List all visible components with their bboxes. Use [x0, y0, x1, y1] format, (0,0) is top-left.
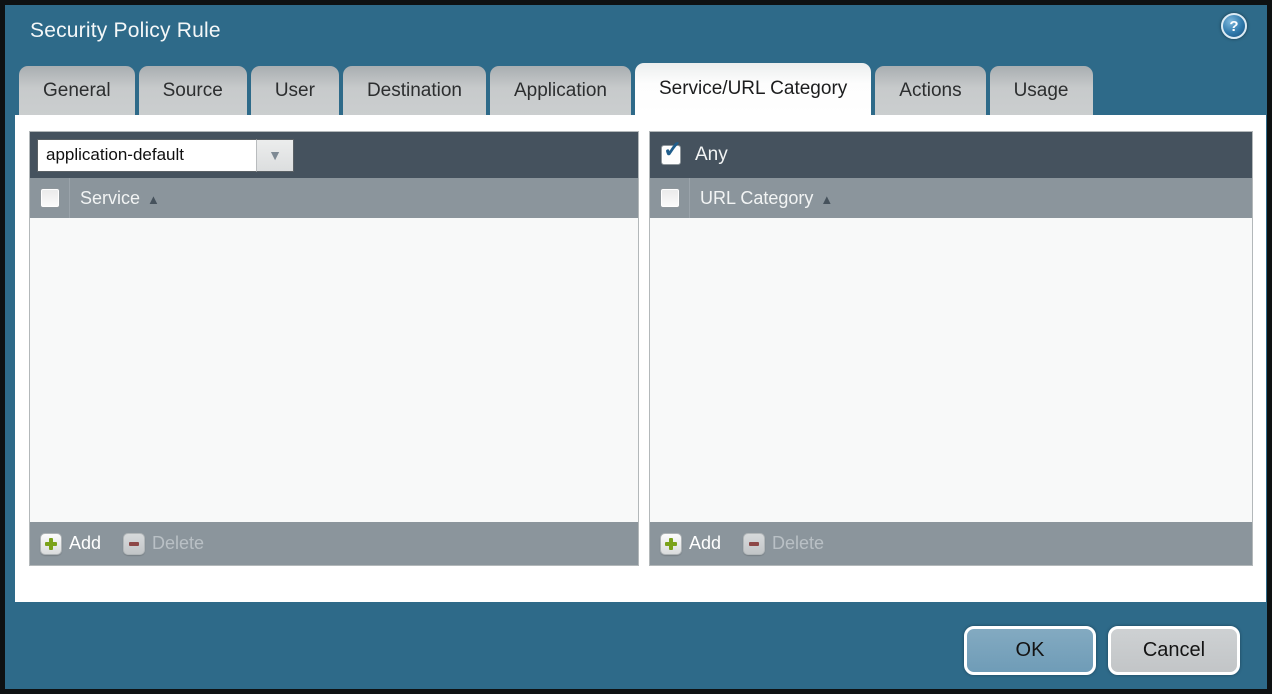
- service-type-dropdown: ▼: [37, 139, 294, 172]
- delete-icon: [123, 533, 145, 555]
- add-button-label: Add: [689, 533, 721, 554]
- any-checkbox-label: Any: [695, 144, 728, 166]
- url-category-column-header[interactable]: URL Category ▲: [650, 178, 1252, 218]
- tab-actions[interactable]: Actions: [875, 66, 985, 115]
- tab-user[interactable]: User: [251, 66, 339, 115]
- tab-application[interactable]: Application: [490, 66, 631, 115]
- service-type-dropdown-button[interactable]: ▼: [256, 139, 294, 172]
- url-category-add-button[interactable]: Add: [660, 533, 721, 555]
- delete-button-label: Delete: [152, 533, 204, 554]
- delete-button-label: Delete: [772, 533, 824, 554]
- dialog-action-buttons: OK Cancel: [964, 626, 1240, 675]
- add-button-label: Add: [69, 533, 101, 554]
- service-column-header[interactable]: Service ▲: [30, 178, 638, 218]
- security-policy-rule-dialog: Security Policy Rule ? General Source Us…: [0, 0, 1272, 694]
- tab-content-area: ▼ Service ▲ Add Delete: [15, 115, 1266, 602]
- service-delete-button[interactable]: Delete: [123, 533, 204, 555]
- url-category-column-label: URL Category: [700, 188, 813, 209]
- url-category-panel: ✓ Any URL Category ▲ Add: [649, 131, 1253, 566]
- sort-asc-icon: ▲: [147, 190, 160, 207]
- service-panel-footer: Add Delete: [30, 522, 638, 565]
- question-mark-glyph: ?: [1229, 18, 1238, 35]
- url-category-toolbar: ✓ Any: [650, 132, 1252, 178]
- cancel-button[interactable]: Cancel: [1108, 626, 1240, 675]
- url-category-panel-footer: Add Delete: [650, 522, 1252, 565]
- tab-source[interactable]: Source: [139, 66, 247, 115]
- service-select-all-cell: [30, 178, 70, 218]
- service-panel: ▼ Service ▲ Add Delete: [29, 131, 639, 566]
- dialog-title: Security Policy Rule: [30, 19, 221, 43]
- tab-general[interactable]: General: [19, 66, 135, 115]
- url-category-delete-button[interactable]: Delete: [743, 533, 824, 555]
- service-list: [30, 218, 638, 522]
- service-column-label: Service: [80, 188, 140, 209]
- title-bar: Security Policy Rule ?: [5, 5, 1267, 66]
- tab-usage[interactable]: Usage: [990, 66, 1093, 115]
- help-icon[interactable]: ?: [1221, 13, 1247, 39]
- any-row: ✓ Any: [657, 144, 728, 166]
- add-icon: [40, 533, 62, 555]
- service-toolbar: ▼: [30, 132, 638, 178]
- checkmark-icon: ✓: [663, 138, 682, 161]
- sort-asc-icon: ▲: [820, 190, 833, 207]
- ok-button[interactable]: OK: [964, 626, 1096, 675]
- service-select-all-checkbox[interactable]: [40, 188, 60, 208]
- add-icon: [660, 533, 682, 555]
- url-category-select-all-checkbox[interactable]: [660, 188, 680, 208]
- chevron-down-icon: ▼: [268, 147, 282, 163]
- service-type-input[interactable]: [37, 139, 256, 172]
- url-category-select-all-cell: [650, 178, 690, 218]
- url-category-list: [650, 218, 1252, 522]
- tab-bar: General Source User Destination Applicat…: [19, 66, 1093, 115]
- tab-destination[interactable]: Destination: [343, 66, 486, 115]
- tab-service-url-category[interactable]: Service/URL Category: [635, 63, 871, 115]
- delete-icon: [743, 533, 765, 555]
- service-add-button[interactable]: Add: [40, 533, 101, 555]
- any-checkbox[interactable]: ✓: [661, 145, 681, 165]
